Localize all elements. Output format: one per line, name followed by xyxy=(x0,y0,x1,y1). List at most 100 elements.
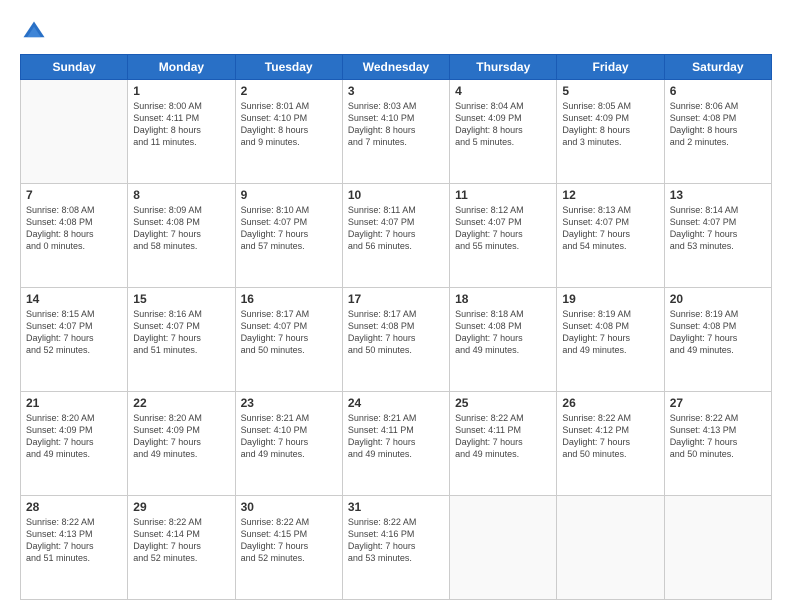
calendar-cell xyxy=(21,80,128,184)
calendar-body: 1 Sunrise: 8:00 AM Sunset: 4:11 PM Daylig… xyxy=(21,80,772,600)
day-number: 5 xyxy=(562,84,658,98)
day-number: 2 xyxy=(241,84,337,98)
calendar-cell: 31Sunrise: 8:22 AM Sunset: 4:16 PM Dayli… xyxy=(342,496,449,600)
day-info: Sunrise: 8:20 AM Sunset: 4:09 PM Dayligh… xyxy=(133,412,229,461)
day-number: 8 xyxy=(133,188,229,202)
calendar-week-4: 21 Sunrise: 8:20 AM Sunset: 4:09 PM Dayli… xyxy=(21,392,772,496)
logo xyxy=(20,18,52,46)
day-number: 26 xyxy=(562,396,658,410)
day-info: Sunrise: 8:17 AM Sunset: 4:07 PM Dayligh… xyxy=(241,308,337,357)
calendar-cell: 27 Sunrise: 8:22 AM Sunset: 4:13 PM Dayli… xyxy=(664,392,771,496)
calendar-cell xyxy=(450,496,557,600)
calendar-cell: 8 Sunrise: 8:09 AM Sunset: 4:08 PM Daylig… xyxy=(128,184,235,288)
calendar-cell: 11Sunrise: 8:12 AM Sunset: 4:07 PM Dayli… xyxy=(450,184,557,288)
day-info: Sunrise: 8:00 AM Sunset: 4:11 PM Dayligh… xyxy=(133,100,229,149)
day-number: 24 xyxy=(348,396,444,410)
calendar-cell xyxy=(557,496,664,600)
day-number: 13 xyxy=(670,188,766,202)
day-number: 3 xyxy=(348,84,444,98)
day-number: 20 xyxy=(670,292,766,306)
day-number: 10 xyxy=(348,188,444,202)
day-info: Sunrise: 8:15 AM Sunset: 4:07 PM Dayligh… xyxy=(26,308,122,357)
day-info: Sunrise: 8:19 AM Sunset: 4:08 PM Dayligh… xyxy=(562,308,658,357)
day-number: 19 xyxy=(562,292,658,306)
day-number: 15 xyxy=(133,292,229,306)
calendar-cell: 10 Sunrise: 8:11 AM Sunset: 4:07 PM Dayli… xyxy=(342,184,449,288)
day-info: Sunrise: 8:16 AM Sunset: 4:07 PM Dayligh… xyxy=(133,308,229,357)
calendar-cell: 5Sunrise: 8:05 AM Sunset: 4:09 PM Daylig… xyxy=(557,80,664,184)
calendar-cell: 17Sunrise: 8:17 AM Sunset: 4:08 PM Dayli… xyxy=(342,288,449,392)
day-number: 16 xyxy=(241,292,337,306)
weekday-header-wednesday: Wednesday xyxy=(342,55,449,80)
weekday-header-tuesday: Tuesday xyxy=(235,55,342,80)
day-info: Sunrise: 8:19 AM Sunset: 4:08 PM Dayligh… xyxy=(670,308,766,357)
day-number: 12 xyxy=(562,188,658,202)
day-info: Sunrise: 8:21 AM Sunset: 4:10 PM Dayligh… xyxy=(241,412,337,461)
calendar-table: SundayMondayTuesdayWednesdayThursdayFrid… xyxy=(20,54,772,600)
calendar-cell xyxy=(664,496,771,600)
header xyxy=(20,18,772,46)
day-info: Sunrise: 8:22 AM Sunset: 4:11 PM Dayligh… xyxy=(455,412,551,461)
calendar-cell: 21 Sunrise: 8:20 AM Sunset: 4:09 PM Dayli… xyxy=(21,392,128,496)
day-info: Sunrise: 8:22 AM Sunset: 4:14 PM Dayligh… xyxy=(133,516,229,565)
day-info: Sunrise: 8:06 AM Sunset: 4:08 PM Dayligh… xyxy=(670,100,766,149)
day-info: Sunrise: 8:09 AM Sunset: 4:08 PM Dayligh… xyxy=(133,204,229,253)
day-info: Sunrise: 8:11 AM Sunset: 4:07 PM Dayligh… xyxy=(348,204,444,253)
weekday-header-friday: Friday xyxy=(557,55,664,80)
day-info: Sunrise: 8:10 AM Sunset: 4:07 PM Dayligh… xyxy=(241,204,337,253)
calendar-cell: 19 Sunrise: 8:19 AM Sunset: 4:08 PM Dayli… xyxy=(557,288,664,392)
calendar-cell: 23 Sunrise: 8:21 AM Sunset: 4:10 PM Dayli… xyxy=(235,392,342,496)
calendar-cell: 22Sunrise: 8:20 AM Sunset: 4:09 PM Dayli… xyxy=(128,392,235,496)
calendar-cell: 24 Sunrise: 8:21 AM Sunset: 4:11 PM Dayli… xyxy=(342,392,449,496)
day-info: Sunrise: 8:22 AM Sunset: 4:13 PM Dayligh… xyxy=(26,516,122,565)
day-number: 4 xyxy=(455,84,551,98)
day-info: Sunrise: 8:22 AM Sunset: 4:12 PM Dayligh… xyxy=(562,412,658,461)
calendar-cell: 20 Sunrise: 8:19 AM Sunset: 4:08 PM Dayli… xyxy=(664,288,771,392)
calendar-cell: 28Sunrise: 8:22 AM Sunset: 4:13 PM Dayli… xyxy=(21,496,128,600)
calendar-cell: 6 Sunrise: 8:06 AM Sunset: 4:08 PM Daylig… xyxy=(664,80,771,184)
day-number: 23 xyxy=(241,396,337,410)
day-info: Sunrise: 8:13 AM Sunset: 4:07 PM Dayligh… xyxy=(562,204,658,253)
calendar-cell: 4Sunrise: 8:04 AM Sunset: 4:09 PM Daylig… xyxy=(450,80,557,184)
day-number: 18 xyxy=(455,292,551,306)
calendar-cell: 14 Sunrise: 8:15 AM Sunset: 4:07 PM Dayli… xyxy=(21,288,128,392)
calendar-cell: 9Sunrise: 8:10 AM Sunset: 4:07 PM Daylig… xyxy=(235,184,342,288)
day-info: Sunrise: 8:01 AM Sunset: 4:10 PM Dayligh… xyxy=(241,100,337,149)
day-info: Sunrise: 8:21 AM Sunset: 4:11 PM Dayligh… xyxy=(348,412,444,461)
calendar-cell: 2 Sunrise: 8:01 AM Sunset: 4:10 PM Daylig… xyxy=(235,80,342,184)
day-info: Sunrise: 8:22 AM Sunset: 4:13 PM Dayligh… xyxy=(670,412,766,461)
calendar-cell: 1 Sunrise: 8:00 AM Sunset: 4:11 PM Daylig… xyxy=(128,80,235,184)
day-info: Sunrise: 8:03 AM Sunset: 4:10 PM Dayligh… xyxy=(348,100,444,149)
day-number: 25 xyxy=(455,396,551,410)
day-info: Sunrise: 8:20 AM Sunset: 4:09 PM Dayligh… xyxy=(26,412,122,461)
weekday-row: SundayMondayTuesdayWednesdayThursdayFrid… xyxy=(21,55,772,80)
weekday-header-monday: Monday xyxy=(128,55,235,80)
calendar-week-1: 1 Sunrise: 8:00 AM Sunset: 4:11 PM Daylig… xyxy=(21,80,772,184)
calendar-cell: 26 Sunrise: 8:22 AM Sunset: 4:12 PM Dayli… xyxy=(557,392,664,496)
calendar-cell: 15 Sunrise: 8:16 AM Sunset: 4:07 PM Dayli… xyxy=(128,288,235,392)
day-number: 6 xyxy=(670,84,766,98)
day-number: 27 xyxy=(670,396,766,410)
day-info: Sunrise: 8:14 AM Sunset: 4:07 PM Dayligh… xyxy=(670,204,766,253)
weekday-header-sunday: Sunday xyxy=(21,55,128,80)
day-info: Sunrise: 8:17 AM Sunset: 4:08 PM Dayligh… xyxy=(348,308,444,357)
calendar-week-3: 14 Sunrise: 8:15 AM Sunset: 4:07 PM Dayli… xyxy=(21,288,772,392)
day-info: Sunrise: 8:08 AM Sunset: 4:08 PM Dayligh… xyxy=(26,204,122,253)
calendar-week-2: 7Sunrise: 8:08 AM Sunset: 4:08 PM Daylig… xyxy=(21,184,772,288)
calendar-cell: 3 Sunrise: 8:03 AM Sunset: 4:10 PM Daylig… xyxy=(342,80,449,184)
day-number: 14 xyxy=(26,292,122,306)
logo-icon xyxy=(20,18,48,46)
day-number: 31 xyxy=(348,500,444,514)
page: SundayMondayTuesdayWednesdayThursdayFrid… xyxy=(0,0,792,612)
weekday-header-thursday: Thursday xyxy=(450,55,557,80)
day-number: 11 xyxy=(455,188,551,202)
day-number: 30 xyxy=(241,500,337,514)
calendar-cell: 25 Sunrise: 8:22 AM Sunset: 4:11 PM Dayli… xyxy=(450,392,557,496)
day-info: Sunrise: 8:22 AM Sunset: 4:15 PM Dayligh… xyxy=(241,516,337,565)
day-number: 21 xyxy=(26,396,122,410)
day-number: 1 xyxy=(133,84,229,98)
calendar-cell: 18Sunrise: 8:18 AM Sunset: 4:08 PM Dayli… xyxy=(450,288,557,392)
weekday-header-saturday: Saturday xyxy=(664,55,771,80)
calendar-cell: 13 Sunrise: 8:14 AM Sunset: 4:07 PM Dayli… xyxy=(664,184,771,288)
calendar-week-5: 28Sunrise: 8:22 AM Sunset: 4:13 PM Dayli… xyxy=(21,496,772,600)
